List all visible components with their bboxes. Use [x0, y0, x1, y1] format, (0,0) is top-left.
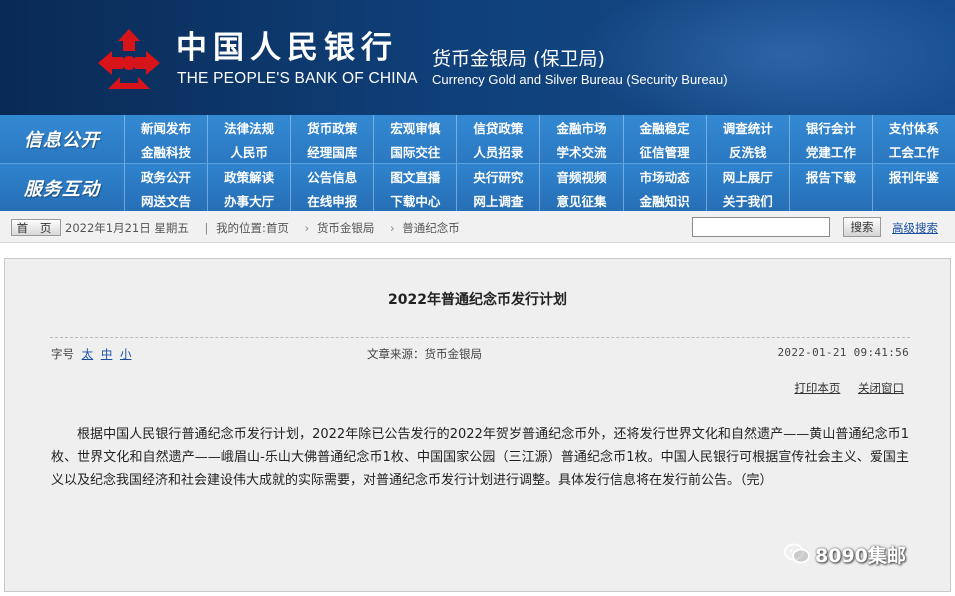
nav-item[interactable]: 金融知识: [622, 188, 706, 212]
nav-item[interactable]: 报刊年鉴: [871, 164, 955, 188]
print-page-link[interactable]: 打印本页: [794, 381, 840, 395]
font-size-small[interactable]: 小: [120, 347, 132, 361]
bank-name-en: THE PEOPLE'S BANK OF CHINA: [177, 70, 418, 87]
nav-item[interactable]: 报告下载: [788, 164, 872, 188]
breadcrumb: 2022年1月21日 星期五 | 我的位置:首页 › 货币金银局 › 普通纪念币: [65, 220, 464, 236]
close-window-link[interactable]: 关闭窗口: [858, 381, 904, 395]
nav-item[interactable]: 央行研究: [456, 164, 539, 188]
search-input[interactable]: [692, 217, 830, 237]
nav-group-service: 服务互动 政务公开 政策解读 公告信息 图文直播 央行研究 音频视频 市场动态 网上展厅 报告下…: [0, 163, 955, 212]
nav-item[interactable]: 金融科技: [124, 139, 207, 163]
nav-item[interactable]: 宏观审慎: [373, 115, 456, 139]
home-button[interactable]: 首 页: [11, 219, 61, 236]
nav-item[interactable]: 信贷政策: [456, 115, 539, 139]
breadcrumb-home[interactable]: 我的位置:首页: [216, 221, 289, 235]
article-datetime: 2022-01-21 09:41:56: [777, 346, 909, 359]
nav-item[interactable]: 网上调查: [456, 188, 539, 212]
nav-item[interactable]: 法律法规: [207, 115, 290, 139]
article-body: 根据中国人民银行普通纪念币发行计划，2022年除已公告发行的2022年贺岁普通纪…: [51, 427, 909, 488]
nav-item[interactable]: 意见征集: [539, 188, 622, 212]
article-tools: 打印本页 关闭窗口: [780, 380, 904, 396]
current-date: 2022年1月21日 星期五: [65, 221, 189, 235]
nav-group-info: 信息公开 新闻发布 法律法规 货币政策 宏观审慎 信贷政策 金融市场 金融稳定 调查统计 银行会…: [0, 115, 955, 163]
article-meta: 字号 太 中 小 文章来源：货币金银局 2022-01-21 09:41:56: [51, 346, 909, 362]
nav-item[interactable]: 支付体系: [871, 115, 955, 139]
bank-name-cn: 中国人民银行: [176, 30, 398, 66]
nav-group-label[interactable]: 服务互动: [0, 164, 124, 212]
nav-item[interactable]: 金融市场: [539, 115, 622, 139]
nav-item[interactable]: 市场动态: [622, 164, 706, 188]
chevron-right-icon: ›: [390, 221, 395, 235]
header-glow: [575, 0, 955, 115]
nav-item[interactable]: 公告信息: [290, 164, 373, 188]
nav-grid: 政务公开 政策解读 公告信息 图文直播 央行研究 音频视频 市场动态 网上展厅 报告下载 报刊年鉴…: [124, 164, 955, 212]
nav-item[interactable]: 政务公开: [124, 164, 207, 188]
divider: [50, 337, 910, 338]
nav-item[interactable]: 网送文告: [124, 188, 207, 212]
main-nav: 信息公开 新闻发布 法律法规 货币政策 宏观审慎 信贷政策 金融市场 金融稳定 调查统计 银行会…: [0, 115, 955, 212]
wechat-icon: [784, 543, 810, 564]
nav-item[interactable]: 学术交流: [539, 139, 622, 163]
nav-item[interactable]: 银行会计: [788, 115, 872, 139]
chevron-right-icon: ›: [304, 221, 310, 235]
nav-item[interactable]: 关于我们: [705, 188, 789, 212]
font-size-large[interactable]: 太: [82, 347, 94, 361]
advanced-search-link[interactable]: 高级搜索: [892, 220, 938, 236]
font-size-label: 字号: [51, 347, 74, 361]
bureau-name-en: Currency Gold and Silver Bureau (Securit…: [432, 72, 728, 87]
article-source: 文章来源：货币金银局: [367, 347, 482, 361]
nav-item[interactable]: 国际交往: [373, 139, 456, 163]
nav-item: [788, 188, 872, 212]
nav-item[interactable]: 调查统计: [705, 115, 789, 139]
nav-item[interactable]: 人员招录: [456, 139, 539, 163]
nav-item[interactable]: 图文直播: [373, 164, 456, 188]
nav-item[interactable]: 下载中心: [373, 188, 456, 212]
nav-grid: 新闻发布 法律法规 货币政策 宏观审慎 信贷政策 金融市场 金融稳定 调查统计 银行会计 支付体系…: [124, 115, 955, 163]
nav-item[interactable]: 新闻发布: [124, 115, 207, 139]
search-button[interactable]: 搜索: [843, 217, 881, 237]
nav-item[interactable]: 货币政策: [290, 115, 373, 139]
breadcrumb-item[interactable]: 货币金银局: [317, 221, 375, 235]
divider: |: [204, 221, 209, 235]
nav-group-label[interactable]: 信息公开: [0, 115, 124, 163]
nav-item[interactable]: 音频视频: [539, 164, 622, 188]
font-size-medium[interactable]: 中: [101, 347, 113, 361]
nav-item: [871, 188, 955, 212]
article-title: 2022年普通纪念币发行计划: [388, 292, 567, 308]
nav-item[interactable]: 政策解读: [207, 164, 290, 188]
nav-item[interactable]: 在线申报: [290, 188, 373, 212]
nav-item[interactable]: 人民币: [207, 139, 290, 163]
nav-item[interactable]: 反洗钱: [705, 139, 789, 163]
font-size-control: 字号 太 中 小: [51, 346, 131, 362]
nav-item[interactable]: 办事大厅: [207, 188, 290, 212]
watermark: 8090集邮: [783, 540, 906, 568]
nav-item[interactable]: 党建工作: [788, 139, 872, 163]
watermark-text: 8090集邮: [815, 544, 906, 567]
nav-item[interactable]: 工会工作: [871, 139, 955, 163]
bureau-name-cn: 货币金银局 (保卫局): [432, 48, 605, 70]
nav-item[interactable]: 经理国库: [290, 139, 373, 163]
nav-item[interactable]: 网上展厅: [705, 164, 789, 188]
nav-item[interactable]: 金融稳定: [622, 115, 706, 139]
site-header: 中国人民银行 THE PEOPLE'S BANK OF CHINA 货币金银局 …: [0, 0, 955, 115]
nav-item[interactable]: 征信管理: [622, 139, 706, 163]
breadcrumb-item[interactable]: 普通纪念币: [402, 221, 460, 235]
pboc-emblem-icon: [98, 29, 160, 89]
